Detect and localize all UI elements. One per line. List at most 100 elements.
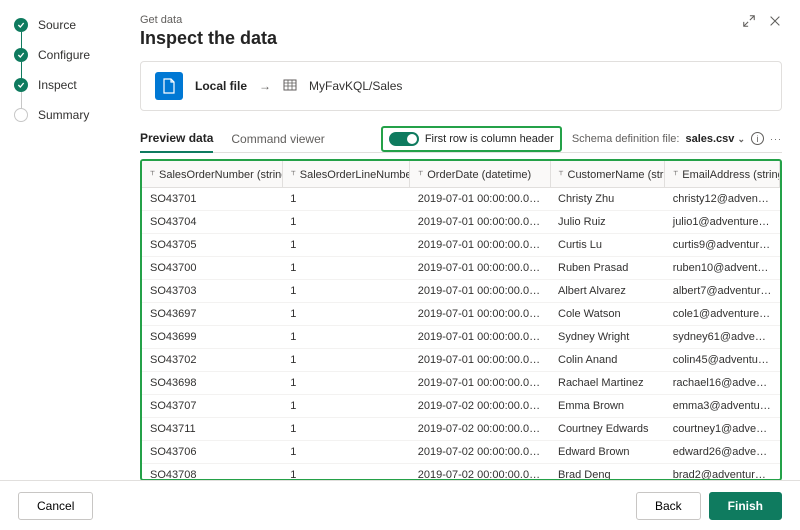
table-row[interactable]: SO4369712019-07-01 00:00:00.0000Cole Wat… [142,303,780,326]
wizard-steps: Source Configure Inspect Summary [0,0,110,480]
expand-icon[interactable] [742,14,756,31]
footer: Cancel Back Finish [0,480,800,530]
table-cell: Sydney Wright [550,326,665,349]
table-cell: 1 [282,441,410,464]
table-cell: rachael16@adventure-works.com [665,372,780,395]
first-row-header-toggle[interactable]: First row is column header [381,126,562,152]
table-cell: Rachael Martinez [550,372,665,395]
table-cell: albert7@adventure-works.com [665,280,780,303]
table-cell: brad2@adventure-works.com [665,464,780,480]
file-icon [155,72,183,100]
datatype-icon: ⸆ [150,170,155,181]
table-cell: 1 [282,349,410,372]
table-row[interactable]: SO4370112019-07-01 00:00:00.0000Christy … [142,188,780,211]
table-cell: Cole Watson [550,303,665,326]
schema-label: Schema definition file: [572,133,680,145]
table-row[interactable]: SO4371112019-07-02 00:00:00.0000Courtney… [142,418,780,441]
table-cell: Courtney Edwards [550,418,665,441]
table-icon [283,79,297,94]
table-cell: SO43700 [142,257,282,280]
table-cell: 2019-07-01 00:00:00.0000 [410,303,550,326]
table-cell: SO43698 [142,372,282,395]
table-cell: 1 [282,257,410,280]
table-row[interactable]: SO4370412019-07-01 00:00:00.0000Julio Ru… [142,211,780,234]
column-header[interactable]: ⸆SalesOrderLineNumber (long) [282,161,410,188]
table-cell: SO43702 [142,349,282,372]
table-cell: courtney1@adventure-works.com [665,418,780,441]
table-row[interactable]: SO4370812019-07-02 00:00:00.0000Brad Den… [142,464,780,480]
table-cell: 2019-07-02 00:00:00.0000 [410,395,550,418]
column-header[interactable]: ⸆EmailAddress (string) [665,161,780,188]
column-header[interactable]: ⸆CustomerName (string) [550,161,665,188]
column-header[interactable]: ⸆SalesOrderNumber (string) [142,161,282,188]
table-cell: SO43697 [142,303,282,326]
table-cell: curtis9@adventure-works.com [665,234,780,257]
datatype-icon: ⸆ [559,170,564,181]
table-cell: cole1@adventure-works.com [665,303,780,326]
schema-file-dropdown[interactable]: sales.csv ⌄ [685,133,745,145]
table-row[interactable]: SO4369812019-07-01 00:00:00.0000Rachael … [142,372,780,395]
info-icon[interactable]: i [751,132,764,145]
table-cell: 1 [282,395,410,418]
circle-icon [14,108,28,122]
table-cell: edward26@adventure-works.com [665,441,780,464]
table-cell: colin45@adventure-works.com [665,349,780,372]
table-cell: 1 [282,418,410,441]
finish-button[interactable]: Finish [709,492,782,520]
table-cell: Emma Brown [550,395,665,418]
table-cell: 1 [282,211,410,234]
table-row[interactable]: SO4370612019-07-02 00:00:00.0000Edward B… [142,441,780,464]
table-row[interactable]: SO4370712019-07-02 00:00:00.0000Emma Bro… [142,395,780,418]
tab-preview-data[interactable]: Preview data [140,125,213,153]
step-source[interactable]: Source [14,18,110,32]
table-scroll[interactable]: ⸆SalesOrderNumber (string)⸆SalesOrderLin… [142,161,780,479]
table-cell: 2019-07-01 00:00:00.0000 [410,188,550,211]
tab-command-viewer[interactable]: Command viewer [231,126,324,152]
step-inspect[interactable]: Inspect [14,78,110,92]
table-cell: 2019-07-01 00:00:00.0000 [410,372,550,395]
table-cell: 2019-07-01 00:00:00.0000 [410,280,550,303]
table-cell: 1 [282,303,410,326]
table-cell: christy12@adventure-works.com [665,188,780,211]
table-cell: Brad Deng [550,464,665,480]
table-row[interactable]: SO4370012019-07-01 00:00:00.0000Ruben Pr… [142,257,780,280]
more-icon[interactable]: ··· [770,132,782,145]
table-cell: 1 [282,326,410,349]
data-preview-table: ⸆SalesOrderNumber (string)⸆SalesOrderLin… [140,159,782,481]
table-cell: 1 [282,372,410,395]
table-cell: 1 [282,280,410,303]
table-cell: SO43706 [142,441,282,464]
back-button[interactable]: Back [636,492,701,520]
table-cell: emma3@adventure-works.com [665,395,780,418]
table-cell: 2019-07-01 00:00:00.0000 [410,234,550,257]
destination-path: MyFavKQL/Sales [309,79,402,93]
arrow-right-icon: → [259,79,271,93]
table-row[interactable]: SO4370312019-07-01 00:00:00.0000Albert A… [142,280,780,303]
table-cell: SO43708 [142,464,282,480]
column-header[interactable]: ⸆OrderDate (datetime) [410,161,550,188]
table-cell: Albert Alvarez [550,280,665,303]
check-icon [14,78,28,92]
table-cell: 1 [282,234,410,257]
datatype-icon: ⸆ [673,170,678,181]
table-row[interactable]: SO4370212019-07-01 00:00:00.0000Colin An… [142,349,780,372]
toggle-on-icon [389,132,419,146]
page-subtitle: Get data [140,14,782,26]
table-cell: 2019-07-02 00:00:00.0000 [410,418,550,441]
step-summary[interactable]: Summary [14,108,110,122]
step-configure[interactable]: Configure [14,48,110,62]
table-cell: 2019-07-01 00:00:00.0000 [410,326,550,349]
cancel-button[interactable]: Cancel [18,492,93,520]
table-cell: sydney61@adventure-works.com [665,326,780,349]
datatype-icon: ⸆ [418,170,423,181]
table-cell: Edward Brown [550,441,665,464]
table-cell: 2019-07-01 00:00:00.0000 [410,211,550,234]
table-row[interactable]: SO4370512019-07-01 00:00:00.0000Curtis L… [142,234,780,257]
table-cell: Ruben Prasad [550,257,665,280]
table-cell: SO43704 [142,211,282,234]
datatype-icon: ⸆ [291,170,296,181]
table-row[interactable]: SO4369912019-07-01 00:00:00.0000Sydney W… [142,326,780,349]
table-cell: SO43707 [142,395,282,418]
table-cell: 1 [282,188,410,211]
close-icon[interactable] [768,14,782,31]
